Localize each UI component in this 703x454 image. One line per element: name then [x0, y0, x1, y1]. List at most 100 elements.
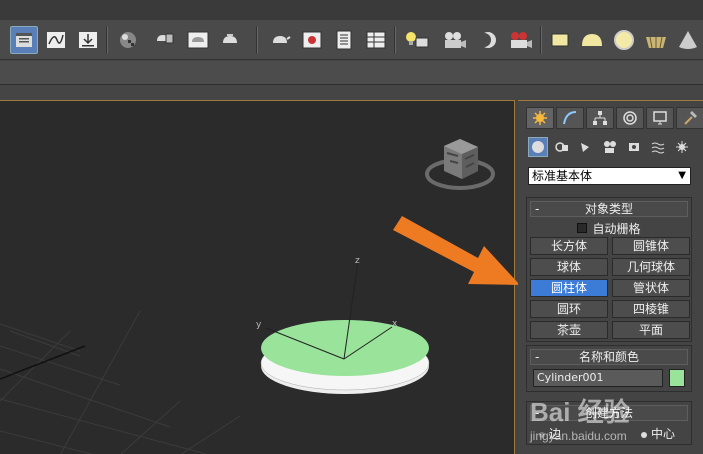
render-production-button[interactable] [266, 26, 294, 54]
sphere-button[interactable] [610, 26, 638, 54]
curve-editor-button[interactable] [42, 26, 70, 54]
collapse-minus-icon: - [535, 202, 540, 216]
lightbulb-button[interactable] [402, 26, 430, 54]
systems-gear-icon [676, 141, 688, 153]
sphere-icon [614, 30, 634, 50]
cylinder-object[interactable] [260, 320, 430, 394]
category-selected-value: 标准基本体 [532, 169, 593, 183]
plane-button[interactable]: 平面 [612, 321, 690, 339]
object-name-field[interactable]: Cylinder001 [533, 369, 663, 387]
systems-button[interactable] [672, 137, 692, 157]
object-type-header[interactable]: - 对象类型 [530, 201, 688, 217]
basket-button[interactable] [642, 26, 670, 54]
space-warps-button[interactable] [648, 137, 668, 157]
tab-motion[interactable] [616, 107, 644, 129]
torus-button[interactable]: 圆环 [530, 300, 608, 318]
tab-create[interactable] [526, 107, 554, 129]
lightbulb-icon [406, 32, 429, 48]
helpers-button[interactable] [624, 137, 644, 157]
moon-icon [477, 32, 496, 48]
z-axis-label: z [355, 256, 360, 266]
modify-curve-icon [563, 111, 577, 125]
shapes-icon [555, 142, 568, 152]
primitive-category-dropdown[interactable]: 标准基本体 ▼ [528, 167, 691, 185]
hemisphere-button[interactable] [578, 26, 606, 54]
chevron-down-icon: ▼ [678, 170, 686, 181]
geometry-button[interactable] [528, 137, 548, 157]
name-color-rollout: - 名称和颜色 Cylinder001 [526, 345, 692, 392]
cone-button[interactable] [674, 26, 702, 54]
material-editor-button[interactable] [114, 26, 142, 54]
sun-moon-button[interactable] [474, 26, 502, 54]
name-color-title: 名称和颜色 [578, 350, 639, 364]
material-editor-icon [120, 32, 136, 48]
autogrid-checkbox[interactable] [577, 223, 588, 233]
render-window-icon [302, 31, 322, 49]
name-color-header[interactable]: - 名称和颜色 [530, 349, 688, 365]
toolbar-separator [256, 26, 258, 54]
tube-button[interactable]: 管状体 [612, 279, 690, 297]
render-frame-window-button[interactable] [298, 26, 326, 54]
tab-modify[interactable] [556, 107, 584, 129]
ribbon-bar-lower [0, 86, 703, 100]
lights-button[interactable] [576, 137, 596, 157]
sphere-primitive-button[interactable]: 球体 [530, 258, 608, 276]
name-color-row: Cylinder001 [527, 367, 691, 391]
layer-manager-button[interactable] [362, 26, 390, 54]
film-camera-icon [511, 32, 532, 48]
shapes-button[interactable] [552, 137, 572, 157]
render-message-button[interactable] [330, 26, 358, 54]
tab-hierarchy[interactable] [586, 107, 614, 129]
annotation-arrow [393, 216, 520, 285]
view-cube[interactable] [425, 139, 495, 190]
toolbar-separator [394, 26, 396, 54]
rendered-frame-button[interactable] [184, 26, 212, 54]
object-type-rollout: - 对象类型 自动栅格 长方体 圆锥体 球体 几何球体 圆柱体 管状体 圆环 四… [526, 197, 692, 342]
tab-display[interactable] [646, 107, 674, 129]
cylinder-button[interactable]: 圆柱体 [530, 279, 608, 297]
grid-axis-line [0, 345, 86, 380]
title-bar [0, 0, 703, 20]
cone-icon [679, 31, 697, 49]
helper-tape-icon [629, 143, 639, 151]
watermark-brand: Bai 经验 [530, 397, 630, 427]
box-button[interactable]: 长方体 [530, 237, 608, 255]
plane-shape-button[interactable] [546, 26, 574, 54]
display-monitor-icon [653, 111, 667, 125]
autogrid-option[interactable]: 自动栅格 [527, 219, 691, 237]
app-window: z y x 标准基本体 ▼ - 对象类型 自动栅格 长方体 圆锥体 球体 几何球… [0, 0, 703, 454]
render-setup-button[interactable] [150, 26, 178, 54]
toolbar-separator [540, 26, 542, 54]
object-color-swatch[interactable] [669, 369, 685, 387]
rendered-frame-icon [187, 31, 209, 49]
main-toolbar [0, 20, 703, 60]
geosphere-button[interactable]: 几何球体 [612, 258, 690, 276]
teapot-button[interactable]: 茶壶 [530, 321, 608, 339]
light-icon [581, 143, 589, 152]
tab-utilities[interactable] [676, 107, 703, 129]
camera-button[interactable] [440, 26, 468, 54]
curve-editor-icon [47, 32, 65, 48]
render-button[interactable] [216, 26, 244, 54]
pyramid-button[interactable]: 四棱锥 [612, 300, 690, 318]
cone-primitive-button[interactable]: 圆锥体 [612, 237, 690, 255]
watermark-url: jingyan.baidu.com [530, 429, 627, 443]
motion-icon [623, 111, 637, 125]
camera-small-icon [604, 141, 616, 153]
object-type-title: 对象类型 [584, 202, 633, 216]
scene-explorer-button[interactable] [10, 26, 38, 54]
autogrid-label: 自动栅格 [592, 221, 641, 236]
dope-sheet-icon [79, 32, 97, 48]
dope-sheet-button[interactable] [74, 26, 102, 54]
hierarchy-icon [593, 111, 607, 125]
create-category-buttons [528, 137, 692, 159]
hammer-icon [684, 111, 697, 125]
x-axis-label: x [392, 319, 398, 329]
video-camera-button[interactable] [506, 26, 534, 54]
space-warp-icon [651, 142, 665, 154]
baidu-watermark: Bai 经验 jingyan.baidu.com [530, 392, 700, 447]
teapot-icon [273, 36, 291, 43]
collapse-minus-icon: - [535, 350, 540, 364]
ribbon-bar [0, 61, 703, 85]
cameras-button[interactable] [600, 137, 620, 157]
